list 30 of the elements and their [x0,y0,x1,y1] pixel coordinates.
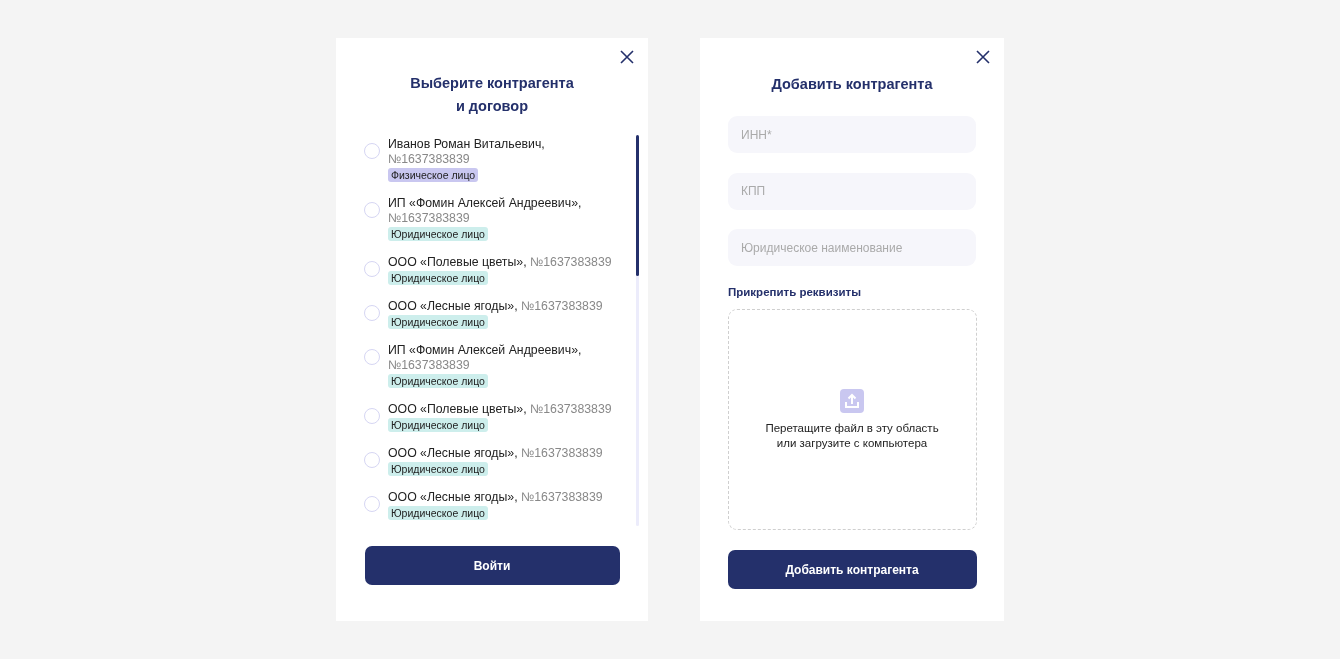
scrollbar-thumb[interactable] [636,135,639,276]
counterparty-text: ООО «Лесные ягоды», №1637383839 [388,299,603,314]
dropzone-text: Перетащите файл в эту область или загрузите с компьютера [765,420,939,451]
entity-type-tag: Юридическое лицо [388,227,488,241]
counterparty-text: ИП «Фомин Алексей Андреевич», №1637383839 [388,196,583,226]
upload-icon [840,388,864,413]
dialog-title: Добавить контрагента [771,75,933,94]
counterparty-text: ИП «Фомин Алексей Андреевич», №1637383839 [388,343,583,373]
close-icon[interactable] [976,50,990,64]
entity-type-tag: Юридическое лицо [388,271,488,285]
input-field[interactable]: Юридическое наименование [728,229,976,266]
counterparty-text: Иванов Роман Витальевич, №1637383839 [388,137,546,167]
counterparty-text: ООО «Лесные ягоды», №1637383839 [388,490,603,505]
counterparty-text: ООО «Полевые цветы», №1637383839 [388,402,612,417]
input-field[interactable]: ИНН* [728,116,976,153]
add-counterparty-button[interactable]: Добавить контрагента [727,550,977,589]
input-field[interactable]: КПП [728,172,976,210]
close-icon[interactable] [620,50,634,64]
entity-type-tag: Юридическое лицо [388,506,488,520]
counterparty-text: ООО «Лесные ягоды», №1637383839 [388,446,603,461]
counterparty-text: ООО «Полевые цветы», №1637383839 [388,255,612,270]
dialog-title: Выберите контрагента и договор [410,74,574,116]
file-dropzone[interactable]: Перетащите файл в эту область или загрузите с компьютера [727,309,977,530]
entity-type-tag: Физическое лицо [388,168,479,182]
entity-type-tag: Юридическое лицо [388,462,488,476]
entity-type-tag: Юридическое лицо [388,374,488,388]
attach-label: Прикрепить реквизиты [728,286,861,298]
login-button[interactable]: Войти [364,546,620,585]
entity-type-tag: Юридическое лицо [388,418,488,432]
entity-type-tag: Юридическое лицо [388,315,488,329]
